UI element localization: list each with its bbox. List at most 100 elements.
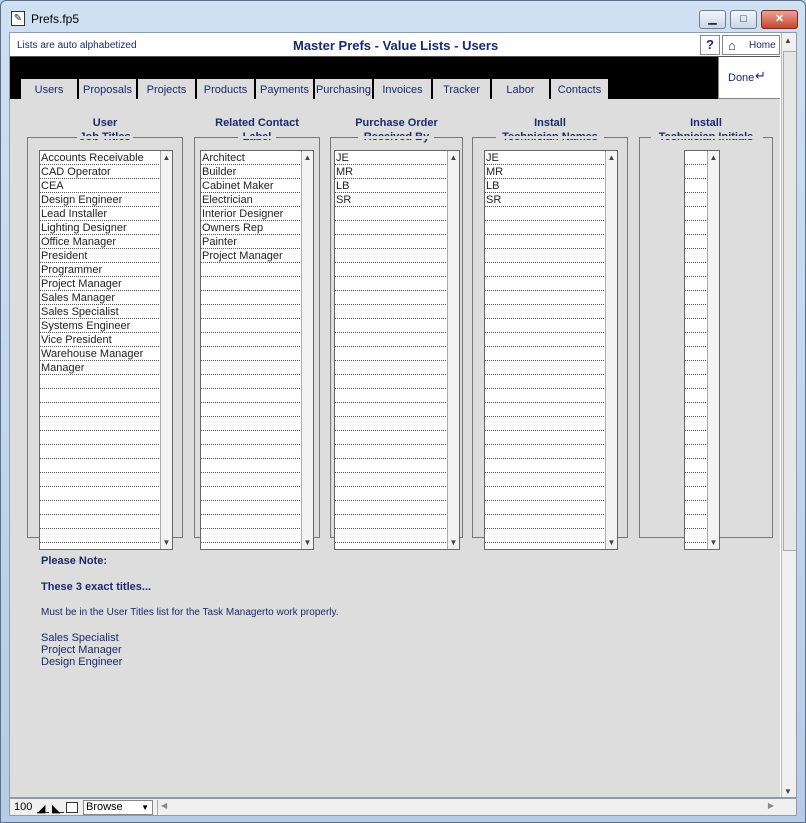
job-titles-list[interactable]: Accounts Receivable CAD Operator CEA Design…	[39, 150, 173, 550]
empty-list-row[interactable]	[40, 529, 161, 543]
empty-list-row[interactable]	[685, 319, 708, 333]
empty-list-row[interactable]	[485, 333, 606, 347]
list-item[interactable]: JE	[485, 151, 606, 165]
minimize-button[interactable]: ▁	[699, 10, 726, 29]
empty-list-row[interactable]	[685, 501, 708, 515]
empty-list-row[interactable]	[685, 361, 708, 375]
list-scrollbar[interactable]: ▲ ▼	[605, 151, 617, 549]
empty-list-row[interactable]	[335, 501, 448, 515]
empty-list-row[interactable]	[685, 529, 708, 543]
empty-list-row[interactable]	[201, 263, 302, 277]
empty-list-row[interactable]	[685, 473, 708, 487]
list-item[interactable]: Manager	[40, 361, 161, 375]
empty-list-row[interactable]	[40, 417, 161, 431]
empty-list-row[interactable]	[685, 417, 708, 431]
empty-list-row[interactable]	[685, 403, 708, 417]
main-vertical-scrollbar[interactable]: ▲ ▼	[781, 33, 796, 797]
scroll-down-icon[interactable]: ▼	[606, 537, 617, 548]
list-item[interactable]: Interior Designer	[201, 207, 302, 221]
empty-list-row[interactable]	[485, 487, 606, 501]
tab-payments[interactable]: Payments	[255, 78, 314, 100]
empty-list-row[interactable]	[40, 403, 161, 417]
empty-list-row[interactable]	[685, 515, 708, 529]
scroll-down-icon[interactable]: ▼	[784, 787, 792, 796]
scroll-up-icon[interactable]: ▲	[606, 152, 617, 163]
empty-list-row[interactable]	[335, 347, 448, 361]
empty-list-row[interactable]	[201, 361, 302, 375]
scroll-right-icon[interactable]: ▶	[768, 801, 774, 810]
scroll-left-icon[interactable]: ◀	[161, 801, 167, 810]
empty-list-row[interactable]	[685, 305, 708, 319]
empty-list-row[interactable]	[485, 515, 606, 529]
list-item[interactable]: Warehouse Manager	[40, 347, 161, 361]
zoom-out-icon[interactable]: ◢	[37, 802, 49, 815]
empty-list-row[interactable]	[201, 445, 302, 459]
empty-list-row[interactable]	[335, 473, 448, 487]
empty-list-row[interactable]	[335, 529, 448, 543]
scroll-up-icon[interactable]: ▲	[161, 152, 172, 163]
empty-list-row[interactable]	[335, 249, 448, 263]
empty-list-row[interactable]	[40, 445, 161, 459]
empty-list-row[interactable]	[485, 319, 606, 333]
empty-list-row[interactable]	[485, 459, 606, 473]
empty-list-row[interactable]	[485, 347, 606, 361]
empty-list-row[interactable]	[335, 375, 448, 389]
list-item[interactable]: Project Manager	[201, 249, 302, 263]
empty-list-row[interactable]	[685, 263, 708, 277]
empty-list-row[interactable]	[485, 431, 606, 445]
horizontal-scrollbar[interactable]: ◀ ▶	[157, 800, 777, 815]
list-item[interactable]: Lead Installer	[40, 207, 161, 221]
empty-list-row[interactable]	[335, 361, 448, 375]
empty-list-row[interactable]	[201, 291, 302, 305]
list-scrollbar[interactable]: ▲ ▼	[301, 151, 313, 549]
list-item[interactable]: Lighting Designer	[40, 221, 161, 235]
empty-list-row[interactable]	[685, 151, 708, 165]
tab-purchasing[interactable]: Purchasing	[314, 78, 373, 100]
empty-list-row[interactable]	[485, 291, 606, 305]
empty-list-row[interactable]	[335, 417, 448, 431]
empty-list-row[interactable]	[685, 221, 708, 235]
list-item[interactable]: Design Engineer	[40, 193, 161, 207]
list-scrollbar[interactable]: ▲ ▼	[447, 151, 459, 549]
scroll-up-icon[interactable]: ▲	[448, 152, 459, 163]
list-item[interactable]: Cabinet Maker	[201, 179, 302, 193]
empty-list-row[interactable]	[485, 375, 606, 389]
list-item[interactable]: Builder	[201, 165, 302, 179]
list-scrollbar[interactable]: ▲ ▼	[160, 151, 172, 549]
empty-list-row[interactable]	[485, 389, 606, 403]
scroll-up-icon[interactable]: ▲	[708, 152, 719, 163]
empty-list-row[interactable]	[335, 319, 448, 333]
list-scrollbar[interactable]: ▲ ▼	[707, 151, 719, 549]
scroll-down-icon[interactable]: ▼	[161, 537, 172, 548]
list-item[interactable]: SR	[485, 193, 606, 207]
empty-list-row[interactable]	[485, 361, 606, 375]
list-item[interactable]: MR	[335, 165, 448, 179]
empty-list-row[interactable]	[335, 333, 448, 347]
empty-list-row[interactable]	[485, 473, 606, 487]
empty-list-row[interactable]	[201, 417, 302, 431]
empty-list-row[interactable]	[485, 235, 606, 249]
empty-list-row[interactable]	[485, 403, 606, 417]
maximize-button[interactable]: □	[730, 10, 757, 29]
list-item[interactable]: Owners Rep	[201, 221, 302, 235]
empty-list-row[interactable]	[201, 529, 302, 543]
scroll-up-icon[interactable]: ▲	[302, 152, 313, 163]
list-item[interactable]: MR	[485, 165, 606, 179]
list-item[interactable]: Accounts Receivable	[40, 151, 161, 165]
empty-list-row[interactable]	[485, 529, 606, 543]
empty-list-row[interactable]	[485, 277, 606, 291]
scroll-down-icon[interactable]: ▼	[302, 537, 313, 548]
help-button[interactable]: ?	[700, 35, 720, 55]
po-received-by-list[interactable]: JE MR LB SR ▲ ▼	[334, 150, 460, 550]
empty-list-row[interactable]	[335, 235, 448, 249]
list-item[interactable]: Electrician	[201, 193, 302, 207]
list-item[interactable]: Sales Specialist	[40, 305, 161, 319]
list-item[interactable]: SR	[335, 193, 448, 207]
list-item[interactable]: Systems Engineer	[40, 319, 161, 333]
empty-list-row[interactable]	[685, 291, 708, 305]
empty-list-row[interactable]	[685, 235, 708, 249]
list-item[interactable]: CAD Operator	[40, 165, 161, 179]
list-item[interactable]: Vice President	[40, 333, 161, 347]
tab-projects[interactable]: Projects	[137, 78, 196, 100]
empty-list-row[interactable]	[201, 403, 302, 417]
